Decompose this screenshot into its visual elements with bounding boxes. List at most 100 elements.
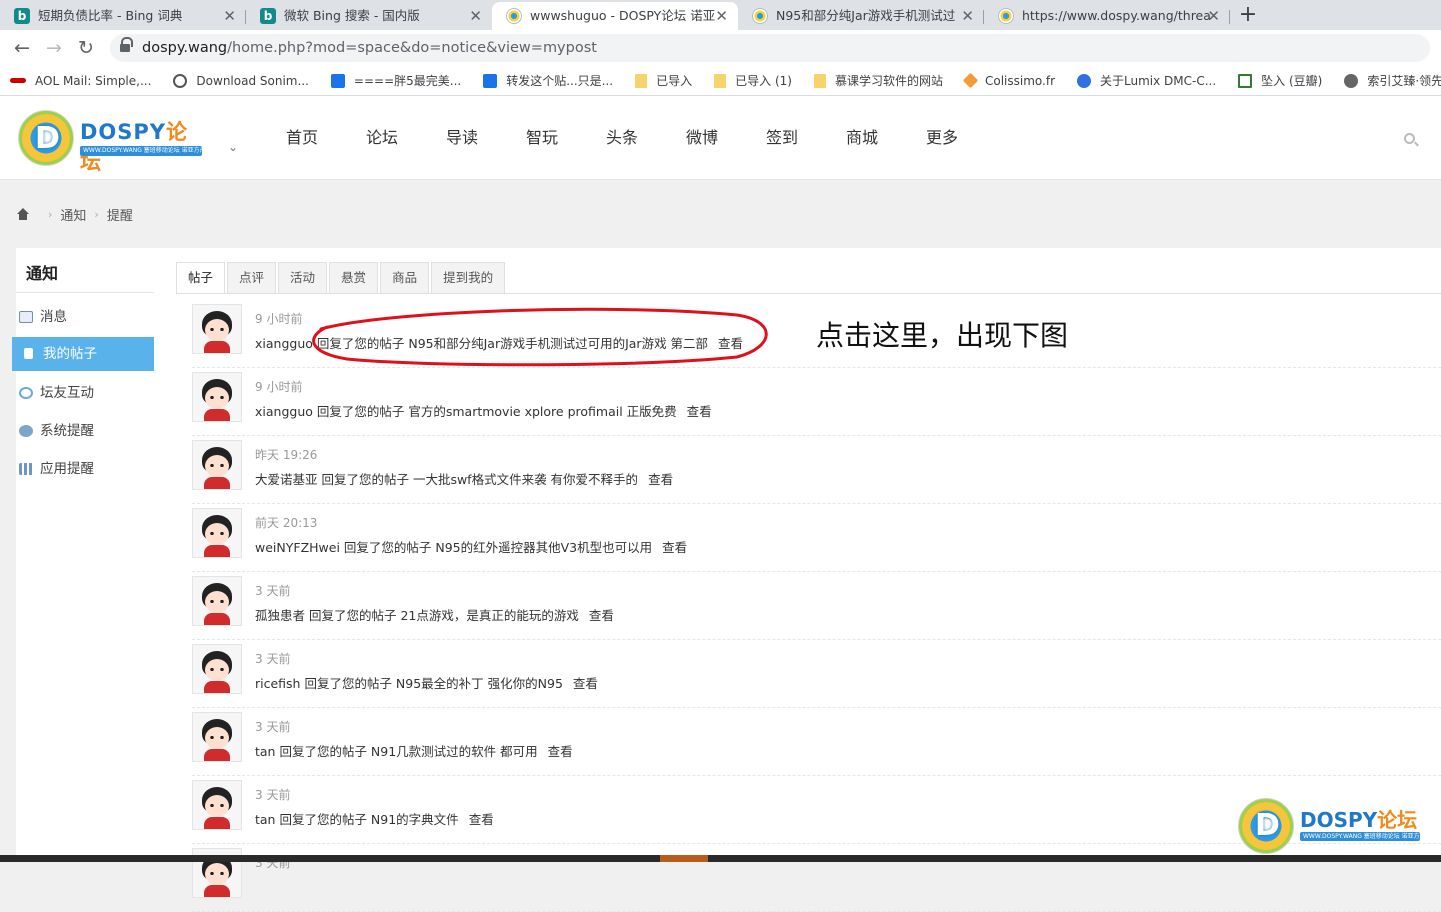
tab-comments[interactable]: 点评 bbox=[227, 262, 277, 294]
notice-text: tan 回复了您的帖子 N91的字典文件 bbox=[255, 812, 459, 827]
grid-icon bbox=[19, 463, 33, 475]
avatar[interactable] bbox=[192, 576, 242, 626]
close-tab-icon[interactable]: ✕ bbox=[223, 2, 236, 30]
cube-icon bbox=[962, 72, 979, 89]
sidebar: 通知 消息 我的帖子 坛友互动 系统提醒 应用提醒 bbox=[12, 248, 154, 862]
logo-text-latin: DOSPY bbox=[80, 120, 167, 144]
browser-tab[interactable]: b 短期负债比率 - Bing 词典 ✕ bbox=[0, 2, 246, 30]
home-icon[interactable] bbox=[16, 207, 30, 221]
view-link[interactable]: 查看 bbox=[469, 812, 494, 827]
view-link[interactable]: 查看 bbox=[648, 472, 673, 487]
view-link[interactable]: 查看 bbox=[687, 404, 712, 419]
breadcrumb-reminder[interactable]: 提醒 bbox=[107, 205, 133, 224]
url-field[interactable]: dospy.wang/home.php?mod=space&do=notice&… bbox=[110, 34, 1430, 62]
nav-headlines[interactable]: 头条 bbox=[582, 96, 662, 180]
notice-time: 前天 20:13 bbox=[255, 516, 318, 530]
browser-tab-title: https://www.dospy.wang/threa bbox=[1022, 8, 1211, 23]
dospy-icon bbox=[998, 8, 1014, 24]
sidebar-item-system[interactable]: 系统提醒 bbox=[16, 414, 154, 448]
watermark-logo: D DOSPY论坛 WWW.DOSPY.WANG 塞班移动论坛 诺亚方舟号 bbox=[1238, 798, 1428, 856]
tab-goods[interactable]: 商品 bbox=[380, 262, 430, 294]
bookmark-item[interactable]: 索引艾臻·领先国际... bbox=[1344, 72, 1441, 89]
sidebar-item-label: 消息 bbox=[40, 309, 67, 325]
wordpress-icon bbox=[173, 73, 188, 88]
sidebar-item-messages[interactable]: 消息 bbox=[16, 300, 154, 334]
forward-arrow-icon[interactable]: → bbox=[42, 36, 66, 60]
address-bar: ← → ↻ dospy.wang/home.php?mod=space&do=n… bbox=[0, 30, 1441, 66]
close-tab-icon[interactable]: ✕ bbox=[1207, 2, 1220, 30]
bookmark-item[interactable]: 坠入 (豆瓣) bbox=[1238, 72, 1322, 89]
new-tab-button[interactable]: + bbox=[1230, 2, 1266, 30]
bookmark-item[interactable]: Colissimo.fr bbox=[962, 72, 1055, 89]
bookmark-item[interactable]: 转发这个贴...只是... bbox=[483, 72, 613, 89]
close-tab-icon[interactable]: ✕ bbox=[469, 2, 482, 30]
sidebar-item-label: 我的帖子 bbox=[43, 346, 97, 362]
avatar[interactable] bbox=[192, 372, 242, 422]
close-tab-icon[interactable]: ✕ bbox=[961, 2, 974, 30]
avatar[interactable] bbox=[192, 644, 242, 694]
site-logo[interactable]: D DOSPY论坛 WWW.DOSPY.WANG 塞班移动论坛 诺亚方舟号 bbox=[18, 108, 208, 174]
notice-tabs: 帖子 点评 活动 悬赏 商品 提到我的 bbox=[176, 262, 507, 294]
notice-time: 3 天前 bbox=[255, 652, 291, 666]
reload-icon[interactable]: ↻ bbox=[74, 36, 98, 60]
browser-tab[interactable]: b 微软 Bing 搜索 - 国内版 ✕ bbox=[246, 2, 492, 30]
browser-tab[interactable]: N95和部分纯Jar游戏手机测试过 ✕ bbox=[738, 2, 984, 30]
nav-home[interactable]: 首页 bbox=[262, 96, 342, 180]
avatar[interactable] bbox=[192, 508, 242, 558]
nav-guide[interactable]: 导读 bbox=[422, 96, 502, 180]
tab-mentions[interactable]: 提到我的 bbox=[431, 262, 506, 294]
browser-tab-active[interactable]: wwwshuguo - DOSPY论坛 诺亚 ✕ bbox=[492, 2, 738, 30]
globe-icon bbox=[1344, 73, 1359, 88]
view-link[interactable]: 查看 bbox=[548, 744, 573, 759]
nav-more[interactable]: 更多 bbox=[902, 96, 982, 180]
sidebar-item-my-posts[interactable]: 我的帖子 bbox=[12, 337, 154, 371]
bookmarks-bar: AOL Mail: Simple,... Download Sonim... =… bbox=[0, 66, 1441, 96]
annotation-ellipse bbox=[312, 307, 768, 367]
dospy-icon bbox=[506, 8, 522, 24]
folder-icon bbox=[813, 73, 826, 88]
breadcrumb: › 通知 › 提醒 bbox=[16, 202, 133, 226]
tab-reward[interactable]: 悬赏 bbox=[329, 262, 379, 294]
nav-shop[interactable]: 商城 bbox=[822, 96, 902, 180]
view-link[interactable]: 查看 bbox=[589, 608, 614, 623]
bookmark-item[interactable]: AOL Mail: Simple,... bbox=[10, 74, 151, 88]
close-tab-icon[interactable]: ✕ bbox=[715, 2, 728, 30]
nav-smart[interactable]: 智玩 bbox=[502, 96, 582, 180]
avatar[interactable] bbox=[192, 304, 242, 354]
nav-checkin[interactable]: 签到 bbox=[742, 96, 822, 180]
breadcrumb-notice[interactable]: 通知 bbox=[60, 205, 86, 224]
sidebar-item-label: 坛友互动 bbox=[40, 385, 94, 401]
url-host: dospy.wang bbox=[142, 40, 228, 56]
tab-activity[interactable]: 活动 bbox=[278, 262, 328, 294]
search-icon[interactable] bbox=[1404, 133, 1415, 144]
notice-text: 大爱诺基亚 回复了您的帖子 一大批swf格式文件来袭 有你爱不释手的 bbox=[255, 472, 639, 487]
avatar[interactable] bbox=[192, 440, 242, 490]
douban-icon bbox=[1238, 73, 1253, 88]
document-icon bbox=[24, 348, 33, 359]
bookmark-folder[interactable]: 已导入 bbox=[635, 72, 692, 89]
bookmark-label: 已导入 bbox=[656, 74, 693, 88]
bookmark-folder[interactable]: 已导入 (1) bbox=[714, 72, 792, 89]
lock-icon[interactable] bbox=[120, 37, 133, 54]
sidebar-item-interaction[interactable]: 坛友互动 bbox=[16, 376, 154, 410]
url-path: /home.php?mod=space&do=notice&view=mypos… bbox=[227, 40, 597, 56]
nav-weibo[interactable]: 微博 bbox=[662, 96, 742, 180]
bing-icon: b bbox=[260, 8, 276, 24]
bookmark-item[interactable]: 关于Lumix DMC-C... bbox=[1077, 72, 1216, 89]
nav-forum[interactable]: 论坛 bbox=[342, 96, 422, 180]
bookmark-folder[interactable]: 慕课学习软件的网站 bbox=[813, 72, 943, 89]
bookmark-item[interactable]: ====胖5最完美... bbox=[330, 72, 461, 89]
browser-tab[interactable]: https://www.dospy.wang/threa ✕ bbox=[984, 2, 1230, 30]
main-nav: 首页 论坛 导读 智玩 头条 微博 签到 商城 更多 bbox=[262, 96, 982, 180]
view-link[interactable]: 查看 bbox=[573, 676, 598, 691]
avatar[interactable] bbox=[192, 780, 242, 830]
avatar[interactable] bbox=[192, 712, 242, 762]
back-arrow-icon[interactable]: ← bbox=[10, 36, 34, 60]
bookmark-item[interactable]: Download Sonim... bbox=[173, 73, 309, 88]
sidebar-item-apps[interactable]: 应用提醒 bbox=[16, 452, 154, 486]
bookmark-label: AOL Mail: Simple,... bbox=[35, 73, 152, 88]
tab-posts[interactable]: 帖子 bbox=[176, 262, 226, 294]
list-item: 3 天前 孤独患者 回复了您的帖子 21点游戏，是真正的能玩的游戏 查看 bbox=[192, 572, 1441, 640]
chevron-down-icon[interactable]: ⌄ bbox=[228, 140, 238, 154]
view-link[interactable]: 查看 bbox=[662, 540, 687, 555]
